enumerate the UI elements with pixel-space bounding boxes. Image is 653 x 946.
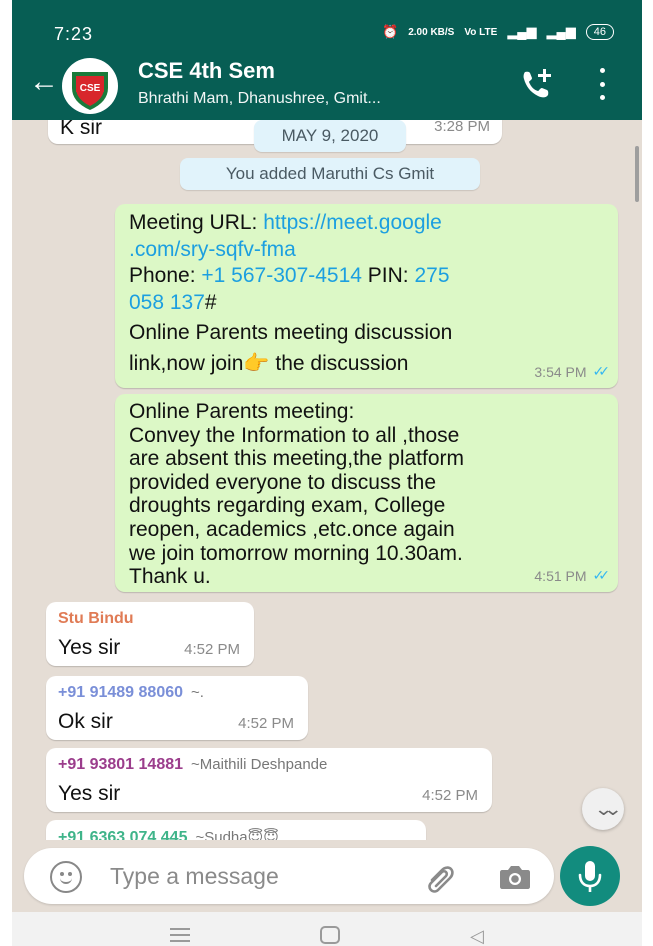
message-line: reopen, academics ,etc.once again [129, 517, 455, 541]
read-ticks-icon: ✓✓ [592, 363, 611, 379]
signal-4g-icon: ▂▄▆ [546, 24, 576, 39]
arrow-left-icon[interactable]: ← [26, 62, 62, 102]
message-text: Yes sir [58, 782, 121, 805]
sender-alias: ~Sudha😇😇 [195, 829, 279, 840]
android-nav-bar: ◁ [12, 912, 642, 946]
message-meta: 4:51 PM ✓✓ [534, 567, 611, 584]
message-bubble[interactable]: Stu Bindu Yes sir 4:52 PM [46, 602, 254, 666]
message-bubble[interactable]: +91 6363 074 445 ~Sudha😇😇 [46, 820, 426, 840]
status-bar: 7:23 ⏰ 2.00 KB/S Vo LTE ▂▄▆ ▂▄▆ 46 [12, 0, 642, 52]
message-time: 4:52 PM [184, 641, 240, 658]
message-line: link,now join [129, 351, 244, 375]
message-meta: 3:54 PM ✓✓ [534, 363, 611, 380]
message-line: provided everyone to discuss the [129, 470, 437, 494]
pin-suffix: # [204, 290, 217, 314]
avatar[interactable]: CSE [62, 58, 118, 114]
sender-alias: ~. [191, 684, 204, 701]
sender-phone[interactable]: +91 6363 074 445 [58, 829, 187, 840]
avatar-text: CSE [80, 83, 101, 94]
input-bar [12, 840, 642, 912]
home-icon[interactable] [320, 926, 340, 944]
volte-indicator: Vo LTE [464, 26, 498, 38]
message-line: the discussion [269, 351, 409, 375]
message-line: Online Parents meeting discussion [129, 321, 453, 344]
message-text: Online Parents meeting: Convey the Infor… [129, 400, 609, 589]
message-line: droughts regarding exam, College [129, 494, 446, 518]
phone-label: Phone: [129, 264, 202, 287]
meeting-link[interactable]: https://meet.google [263, 211, 442, 234]
pin-label: PIN: [361, 264, 415, 287]
scrollbar[interactable] [635, 146, 639, 202]
message-line: Online Parents meeting: [129, 400, 355, 423]
sender-name[interactable]: +91 91489 88060 ~. [58, 684, 204, 702]
chat-title[interactable]: CSE 4th Sem [138, 58, 275, 84]
sender-phone[interactable]: +91 91489 88060 [58, 684, 183, 701]
message-time: 3:28 PM [434, 120, 490, 135]
status-time: 7:23 [54, 24, 94, 44]
message-time: 3:54 PM [534, 363, 587, 380]
network-speed: 2.00 KB/S [408, 26, 455, 38]
message-bubble[interactable]: Online Parents meeting: Convey the Infor… [115, 394, 618, 592]
microphone-button[interactable] [560, 846, 620, 906]
system-message: You added Maruthi Cs Gmit [180, 158, 480, 190]
read-ticks-icon: ✓✓ [592, 567, 611, 583]
date-chip-text: MAY 9, 2020 [281, 126, 379, 145]
pointing-hand-emoji: 👉 [243, 351, 270, 375]
sender-alias: ~Maithili Deshpande [191, 756, 328, 773]
message-time: 4:52 PM [238, 715, 294, 732]
message-text: Ok sir [58, 710, 113, 733]
message-text: K sir [60, 120, 102, 139]
meeting-link-cont[interactable]: .com/sry-sqfv-fma [129, 238, 296, 261]
message-bubble[interactable]: +91 91489 88060 ~. Ok sir 4:52 PM [46, 676, 308, 740]
message-text: Yes sir [58, 636, 121, 659]
nav-back-icon[interactable]: ◁ [470, 926, 484, 946]
chat-area[interactable]: K sir 3:28 PM MAY 9, 2020 You added Maru… [12, 120, 642, 840]
alarm-icon: ⏰ [382, 24, 399, 39]
paperclip-icon[interactable] [422, 860, 456, 894]
message-line: we join tomorrow morning 10.30am. [129, 541, 463, 565]
sender-name[interactable]: Stu Bindu [58, 610, 134, 628]
meeting-url-label: Meeting URL: [129, 211, 264, 234]
message-time: 4:52 PM [422, 787, 478, 804]
scroll-down-button[interactable]: ⌄⌄ [582, 788, 624, 830]
group-logo-icon: CSE [63, 59, 117, 113]
add-call-icon[interactable] [516, 64, 556, 104]
phone-link[interactable]: +1 567-307-4514 [201, 264, 362, 287]
microphone-icon [578, 861, 602, 892]
pin-link-cont[interactable]: 058 137 [129, 291, 205, 314]
phone-screen: 7:23 ⏰ 2.00 KB/S Vo LTE ▂▄▆ ▂▄▆ 46 ← CSE [12, 0, 642, 946]
signal-icon: ▂▄▆ [507, 24, 537, 39]
message-text: Meeting URL: https://meet.google .com/sr… [129, 210, 599, 377]
emoji-icon[interactable] [50, 861, 82, 893]
sender-name[interactable]: +91 93801 14881 ~Maithili Deshpande [58, 756, 327, 774]
top-bar: 7:23 ⏰ 2.00 KB/S Vo LTE ▂▄▆ ▂▄▆ 46 ← CSE [12, 0, 642, 120]
date-chip: MAY 9, 2020 [254, 120, 406, 152]
pin-link[interactable]: 275 [414, 264, 449, 287]
message-input[interactable] [110, 858, 410, 894]
message-line: are absent this meeting,the platform [129, 447, 465, 471]
recent-apps-icon[interactable] [170, 928, 190, 942]
message-composer[interactable] [24, 848, 554, 904]
message-line: Convey the Information to all ,those [129, 423, 460, 447]
system-message-text: You added Maruthi Cs Gmit [225, 164, 435, 183]
message-bubble[interactable]: Meeting URL: https://meet.google .com/sr… [115, 204, 618, 388]
chevron-double-down-icon: ⌄⌄ [593, 799, 623, 819]
sender-name[interactable]: +91 6363 074 445 ~Sudha😇😇 [58, 828, 279, 840]
status-icons: ⏰ 2.00 KB/S Vo LTE ▂▄▆ ▂▄▆ 46 [382, 24, 614, 40]
message-time: 4:51 PM [534, 567, 587, 584]
sender-phone[interactable]: +91 93801 14881 [58, 756, 183, 773]
battery-icon: 46 [585, 24, 614, 40]
more-vertical-icon[interactable] [596, 68, 608, 100]
chat-subtitle[interactable]: Bhrathi Mam, Dhanushree, Gmit... [138, 90, 381, 108]
message-bubble[interactable]: +91 93801 14881 ~Maithili Deshpande Yes s… [46, 748, 492, 812]
chat-header[interactable]: ← CSE CSE 4th Sem Bhrathi Mam, Dhanushre… [12, 52, 642, 120]
camera-icon[interactable] [498, 862, 532, 892]
